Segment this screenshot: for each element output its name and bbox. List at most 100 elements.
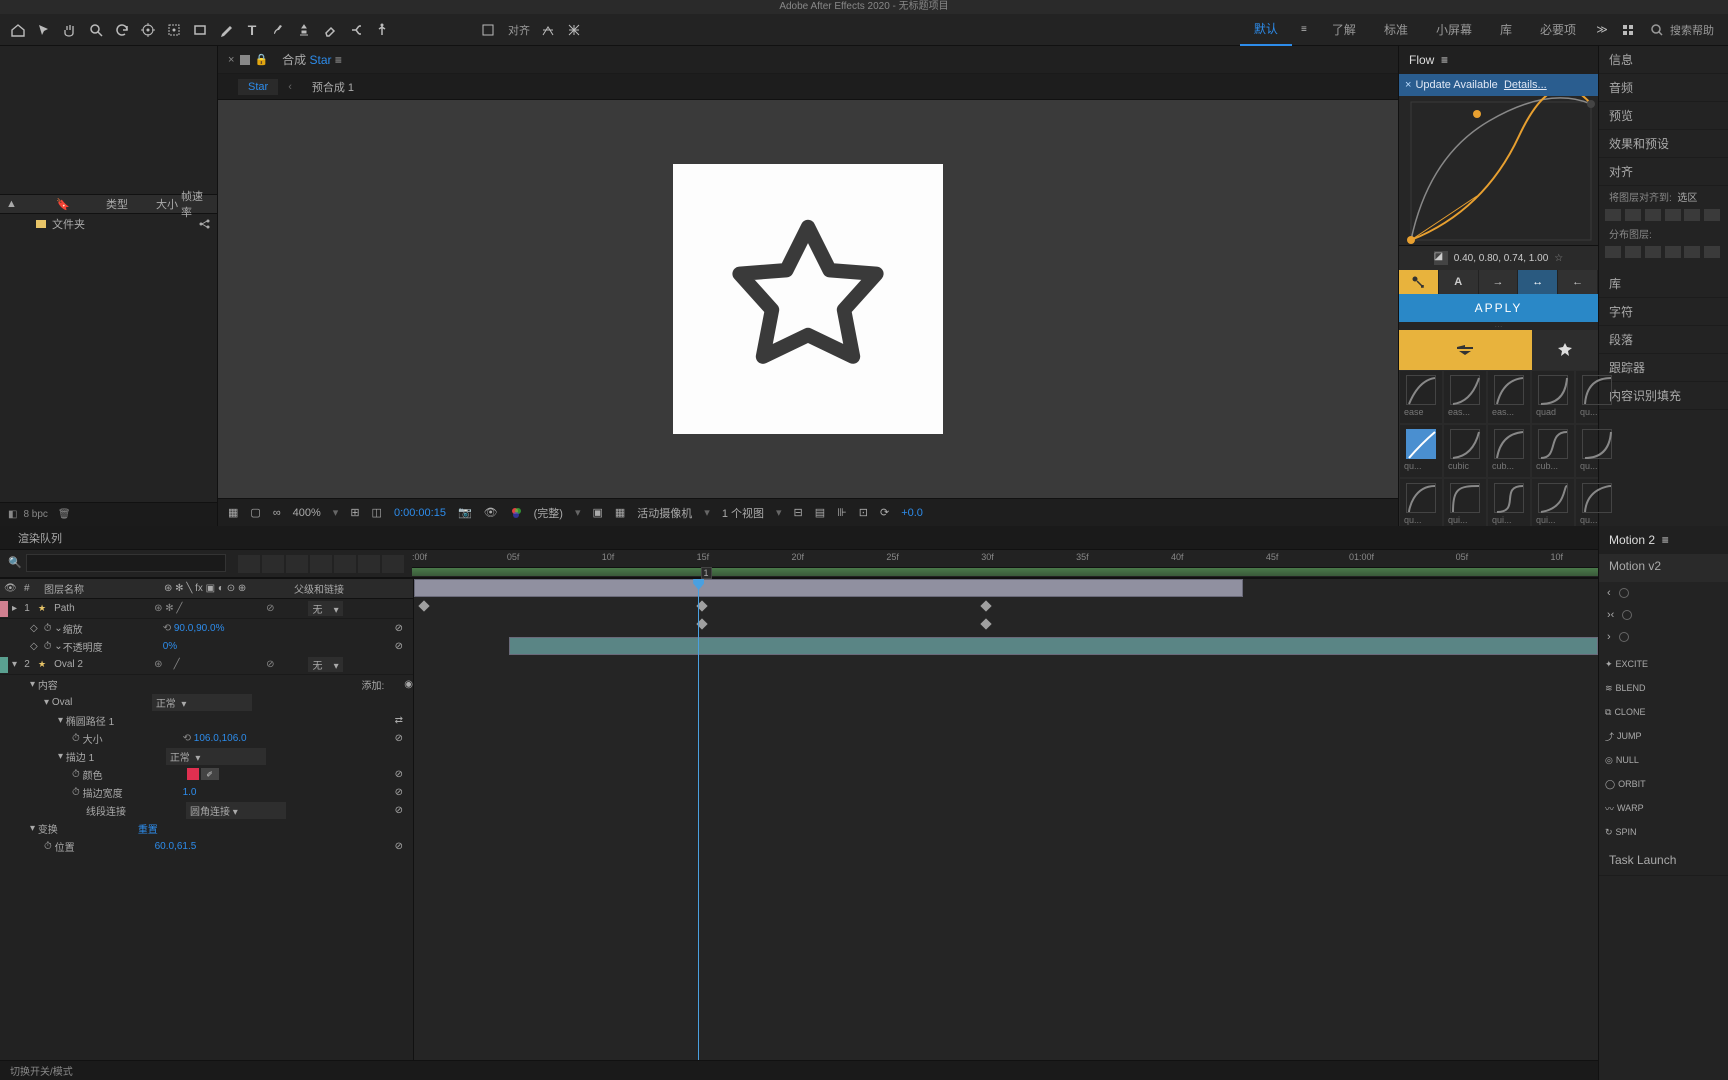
render-queue-tab[interactable]: 渲染队列	[0, 527, 80, 549]
stopwatch-icon[interactable]: ⏱	[44, 623, 52, 634]
stroke-blend-dropdown[interactable]: 正常 ▾	[166, 748, 266, 765]
workspace-learn[interactable]: 了解	[1318, 14, 1370, 46]
tl-tool-6-icon[interactable]	[358, 555, 380, 573]
show-snapshot-icon[interactable]: 👁	[484, 506, 498, 519]
prop-scale[interactable]: ◇⏱ ⌄ 缩放 ⟲ 90.0,90.0% ⊘	[0, 619, 413, 637]
prop-opacity[interactable]: ◇⏱ ⌄ 不透明度 0% ⊘	[0, 637, 413, 655]
snap-label[interactable]: 对齐	[502, 22, 536, 38]
tl-tool-3-icon[interactable]	[286, 555, 308, 573]
flow-title[interactable]: Flow	[1409, 53, 1434, 67]
motion-blend-button[interactable]: ≋BLEND	[1605, 678, 1665, 698]
preset-cubic3[interactable]: cub...	[1531, 424, 1575, 478]
panel-info[interactable]: 信息	[1599, 46, 1728, 74]
dist-1-icon[interactable]	[1605, 246, 1621, 258]
timeline-search-input[interactable]	[26, 554, 226, 572]
composition-canvas[interactable]	[673, 164, 943, 434]
grid-panel-icon[interactable]	[1616, 18, 1640, 42]
prop-position[interactable]: ⏱ 位置 60.0,61.5 ⊘	[0, 837, 413, 855]
vb-mask-icon[interactable]: ▢	[250, 506, 260, 519]
align-hcenter-icon[interactable]	[1625, 209, 1641, 221]
dist-5-icon[interactable]	[1684, 246, 1700, 258]
align-bottom-icon[interactable]	[1704, 209, 1720, 221]
comp-close-icon[interactable]: ×	[228, 54, 240, 66]
dist-4-icon[interactable]	[1665, 246, 1681, 258]
add-menu-icon[interactable]: ◉	[404, 679, 413, 690]
search-help[interactable]: 搜索帮助	[1642, 22, 1722, 38]
flow-curve-editor[interactable]	[1399, 96, 1598, 246]
prop-stroke-width[interactable]: ⏱ 描边宽度 1.0 ⊘	[0, 783, 413, 801]
eyedropper-icon[interactable]: ✐	[201, 768, 219, 780]
panel-tracker[interactable]: 跟踪器	[1599, 354, 1728, 382]
workspace-small[interactable]: 小屏幕	[1422, 14, 1486, 46]
stopwatch-icon[interactable]: ⏱	[72, 769, 80, 780]
motion-clone-button[interactable]: ⧉CLONE	[1605, 702, 1665, 722]
preset-quint4[interactable]: qui...	[1531, 478, 1575, 532]
motion-jump-button[interactable]: ⤴JUMP	[1605, 726, 1665, 746]
flowchart-icon[interactable]: ⊡	[859, 506, 868, 519]
tl-tool-5-icon[interactable]	[334, 555, 356, 573]
channel-icon[interactable]	[510, 507, 522, 519]
preset-easeout[interactable]: eas...	[1487, 370, 1531, 424]
prop-stroke[interactable]: ▾ 描边 1 正常 ▾	[0, 747, 413, 765]
favorite-icon[interactable]: ☆	[1548, 253, 1569, 264]
camera-select[interactable]: 活动摄像机	[637, 505, 692, 521]
apply-button[interactable]: APPLY	[1399, 294, 1598, 322]
bpc-icon[interactable]: ◧	[8, 509, 23, 520]
panel-preview[interactable]: 预览	[1599, 102, 1728, 130]
panel-libraries[interactable]: 库	[1599, 270, 1728, 298]
trash-icon[interactable]: 🗑	[48, 509, 71, 520]
roi-icon[interactable]: ▣	[592, 506, 602, 519]
panel-effects[interactable]: 效果和预设	[1599, 130, 1728, 158]
prop-line-join[interactable]: 线段连接 圆角连接 ▾ ⊘	[0, 801, 413, 819]
parent-dropdown-2[interactable]: 无 ▾	[308, 657, 342, 672]
layer-row-oval[interactable]: ▾ 2 ★ Oval 2 ⊛ ╱ ⊘ 无 ▾	[0, 655, 413, 675]
panel-paragraph[interactable]: 段落	[1599, 326, 1728, 354]
hand-tool-icon[interactable]	[58, 18, 82, 42]
motion-v2-header[interactable]: Motion v2	[1599, 554, 1728, 582]
parent-dropdown-1[interactable]: 无 ▾	[308, 601, 342, 616]
time-ruler[interactable]: :00f 05f 10f 15f 20f 25f 30f 35f 40f 45f…	[412, 550, 1598, 568]
anchor-tool-icon[interactable]	[162, 18, 186, 42]
blend-mode-dropdown[interactable]: 正常 ▾	[152, 694, 252, 711]
motion2-title[interactable]: Motion 2	[1609, 533, 1655, 547]
preset-ease[interactable]: ease	[1399, 370, 1443, 424]
motion-spin-button[interactable]: ↻SPIN	[1605, 822, 1665, 842]
ws-overflow-icon[interactable]: ≫	[1590, 18, 1614, 42]
prop-transform[interactable]: ▾ 变换 重置	[0, 819, 413, 837]
vb-toggle-icon[interactable]: ∞	[273, 507, 281, 519]
motion-null-button[interactable]: ◎NULL	[1605, 750, 1665, 770]
breadcrumb-precomp[interactable]: 预合成 1	[302, 77, 364, 97]
tl-tool-4-icon[interactable]	[310, 555, 332, 573]
task-launch[interactable]: Task Launch	[1599, 848, 1728, 876]
motion-radio-3[interactable]: ›	[1599, 626, 1728, 648]
rotate-tool-icon[interactable]	[110, 18, 134, 42]
color-swatch[interactable]	[187, 768, 199, 780]
flow-fwd-icon[interactable]: →	[1479, 270, 1519, 294]
text-tool-icon[interactable]: T	[240, 18, 264, 42]
panel-audio[interactable]: 音频	[1599, 74, 1728, 102]
align-vcenter-icon[interactable]	[1684, 209, 1700, 221]
motion-radio-2[interactable]: ›‹	[1599, 604, 1728, 626]
canvas-area[interactable]	[218, 100, 1398, 498]
dist-6-icon[interactable]	[1704, 246, 1720, 258]
flow-both-icon[interactable]: ↔	[1518, 270, 1558, 294]
comp-lock-icon[interactable]: 🔒	[254, 53, 272, 66]
preset-tab-favorites[interactable]	[1532, 330, 1598, 370]
tl-tool-7-icon[interactable]	[382, 555, 404, 573]
exposure-value[interactable]: +0.0	[901, 507, 923, 519]
workspace-default[interactable]: 默认	[1240, 14, 1292, 46]
work-area-bar[interactable]	[412, 568, 1598, 576]
dist-3-icon[interactable]	[1645, 246, 1661, 258]
motion-orbit-button[interactable]: ◯ORBIT	[1605, 774, 1665, 794]
preset-easein[interactable]: eas...	[1443, 370, 1487, 424]
resolution-select[interactable]: (完整)	[534, 505, 563, 521]
workspace-essentials[interactable]: 必要项	[1526, 14, 1590, 46]
rect-tool-icon[interactable]	[188, 18, 212, 42]
vb-grid-icon[interactable]: ◫	[372, 506, 382, 519]
snap-box-icon[interactable]	[476, 18, 500, 42]
preset-cubic[interactable]: cubic	[1443, 424, 1487, 478]
prop-contents[interactable]: ▾ 内容 添加:◉	[0, 675, 413, 693]
line-join-dropdown[interactable]: 圆角连接 ▾	[186, 802, 286, 819]
project-columns[interactable]: ▲ 🔖 类型 大小 帧速率	[0, 194, 217, 214]
timeline-icon[interactable]: ⊪	[837, 506, 847, 519]
